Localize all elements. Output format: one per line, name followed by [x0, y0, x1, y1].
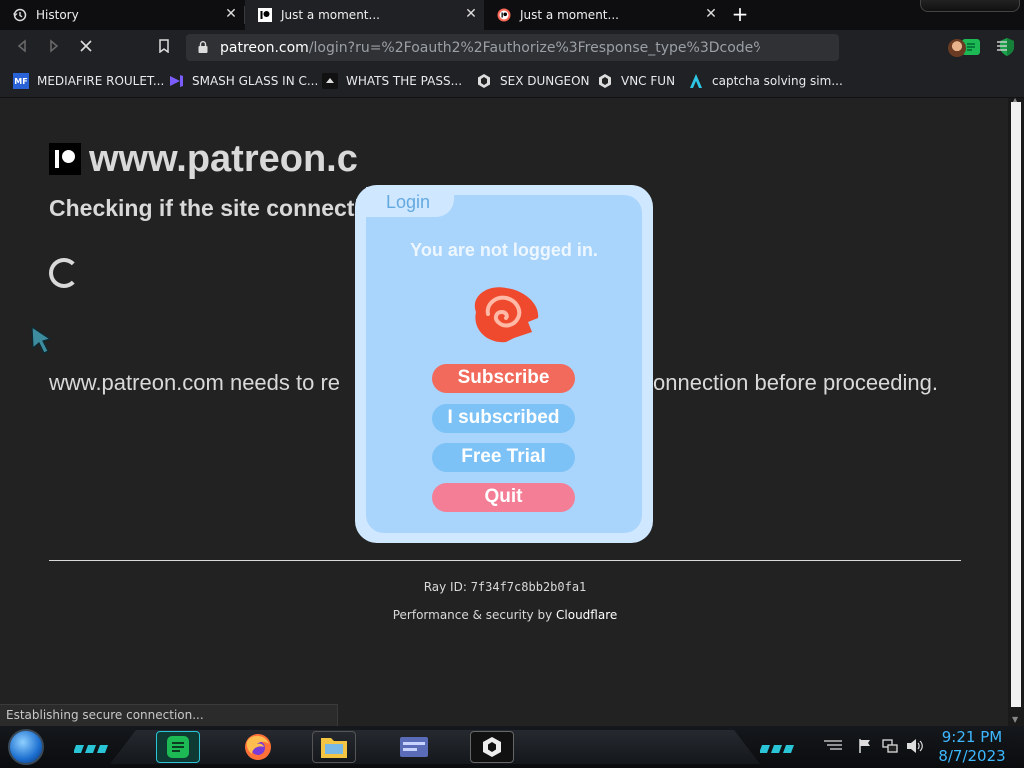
lock-icon — [198, 41, 208, 53]
tab-title: Just a moment... — [281, 8, 380, 22]
url-text: patreon.com/login?ru=%2Foauth2%2Fauthori… — [220, 40, 760, 56]
status-bubble: Establishing secure connection... — [0, 704, 338, 726]
new-tab-button[interactable]: + — [730, 4, 750, 25]
taskbar-notes-app[interactable] — [156, 731, 200, 763]
loading-spinner — [49, 258, 79, 288]
tab-title: Just a moment... — [520, 8, 619, 22]
network-icon[interactable] — [882, 738, 898, 758]
tab-title: History — [36, 8, 79, 22]
subscribe-button[interactable]: Subscribe — [432, 364, 575, 393]
folder-icon — [321, 738, 347, 758]
tab-close-icon[interactable]: ✕ — [464, 7, 478, 21]
scrollbar-thumb[interactable] — [1011, 102, 1021, 707]
tab-patreon-active[interactable]: Just a moment... ✕ — [245, 0, 484, 30]
bookmark-icon — [159, 39, 169, 54]
clock-date: 8/7/2023 — [938, 747, 1006, 765]
bookmark-vnc-fun[interactable]: VNC FUN — [597, 71, 675, 91]
browser-toolbar: patreon.com/login?ru=%2Foauth2%2Fauthori… — [0, 30, 1024, 65]
taskbar-unity[interactable] — [470, 731, 514, 763]
start-button[interactable] — [8, 729, 44, 765]
forward-button[interactable] — [44, 38, 64, 58]
page-message: www.patreon.com needs to re — [49, 370, 341, 395]
stop-x-icon — [80, 40, 92, 52]
tab-close-icon[interactable]: ✕ — [224, 7, 238, 21]
page-scrollbar[interactable]: ▲ ▼ — [1008, 96, 1024, 726]
patreon-logo — [49, 143, 81, 175]
url-path: /login?ru=%2Foauth2%2Fauthorize%3Frespon… — [308, 40, 760, 56]
spiral-shell-logo-icon — [474, 287, 539, 343]
free-trial-button[interactable]: Free Trial — [432, 443, 575, 472]
bookmark-label: WHATS THE PASS... — [346, 74, 463, 88]
ray-id-value: 7f34f7c8bb2b0fa1 — [470, 580, 587, 594]
perf-label: Performance & security by — [392, 608, 557, 622]
back-button[interactable] — [12, 38, 32, 58]
ray-id: Ray ID: 7f34f7c8bb2b0fa1 — [0, 580, 1010, 594]
scroll-down-icon[interactable]: ▼ — [1012, 715, 1018, 724]
taskbar-firefox[interactable] — [236, 731, 280, 763]
bookmark-captcha[interactable]: captcha solving sim... — [688, 71, 843, 91]
forward-arrow-icon — [50, 39, 59, 53]
page-title: www.patreon.c — [89, 138, 358, 180]
back-arrow-icon — [17, 39, 26, 53]
patreon-circle-icon — [496, 7, 512, 23]
firefox-icon — [245, 734, 271, 760]
unity-icon — [476, 73, 492, 89]
profile-avatar[interactable] — [948, 39, 966, 57]
tab-history[interactable]: History ✕ — [0, 0, 244, 30]
bookmark-label: SEX DUNGEON — [500, 74, 590, 88]
taskbar-decoration — [73, 738, 114, 753]
taskbar: 9:21 PM 8/7/2023 — [0, 726, 1024, 768]
bookmarks-bar: MF MEDIAFIRE ROULET... SMASH GLASS IN C.… — [0, 65, 1024, 98]
game-icon — [322, 73, 338, 89]
patreon-icon — [257, 7, 273, 23]
taskbar-window-app[interactable] — [392, 731, 436, 763]
unity-icon — [597, 73, 613, 89]
bookmark-label: SMASH GLASS IN C... — [192, 74, 319, 88]
clock-time: 9:21 PM — [941, 728, 1003, 746]
performance-footer: Performance & security by Cloudflare — [0, 608, 1010, 622]
address-bar[interactable]: patreon.com/login?ru=%2Foauth2%2Fauthori… — [186, 34, 1014, 61]
taskbar-file-explorer[interactable] — [312, 731, 356, 763]
action-center-flag-icon[interactable] — [858, 738, 872, 758]
volume-icon[interactable] — [906, 738, 924, 758]
bookmark-label: MEDIAFIRE ROULET... — [37, 74, 165, 88]
bookmark-page-button[interactable] — [154, 38, 174, 58]
desktop: History ✕ Just a moment... ✕ Just a mome… — [0, 0, 1024, 768]
bookmark-whats-the-pass[interactable]: WHATS THE PASS... — [322, 71, 462, 91]
visual-studio-icon — [168, 73, 184, 89]
tab-close-icon[interactable]: ✕ — [704, 7, 718, 21]
window-controls[interactable] — [920, 0, 1020, 12]
window-app-icon — [400, 737, 428, 757]
history-icon — [12, 7, 28, 23]
mediafire-icon: MF — [13, 73, 29, 89]
quit-button[interactable]: Quit — [432, 483, 575, 512]
mouse-cursor-icon — [31, 325, 52, 354]
bookmark-label: VNC FUN — [621, 74, 676, 88]
bookmark-sex-dungeon[interactable]: SEX DUNGEON — [476, 71, 590, 91]
divider — [49, 560, 961, 561]
page-message-continued: onnection before proceeding. — [653, 370, 938, 395]
login-title: Login — [386, 192, 431, 212]
login-status-message: You are not logged in. — [410, 240, 598, 260]
cloudflare-link[interactable]: Cloudflare — [556, 608, 617, 622]
stop-button[interactable] — [76, 38, 96, 58]
url-host: patreon.com — [220, 40, 309, 56]
bookmark-smash-glass[interactable]: SMASH GLASS IN C... — [168, 71, 318, 91]
tab-strip: History ✕ Just a moment... ✕ Just a mome… — [0, 0, 1024, 30]
page-subtitle: Checking if the site connecti — [49, 195, 361, 221]
taskbar-decoration — [759, 738, 800, 753]
system-clock[interactable]: 9:21 PM 8/7/2023 — [936, 728, 1008, 766]
unity-icon — [483, 737, 501, 757]
bookmark-label: captcha solving sim... — [712, 74, 843, 88]
bookmark-mediafire[interactable]: MF MEDIAFIRE ROULET... — [13, 71, 164, 91]
arch-a-icon — [688, 73, 704, 89]
tray-menu-icon[interactable] — [822, 738, 844, 756]
notes-app-icon — [167, 736, 189, 758]
i-subscribed-button[interactable]: I subscribed — [432, 404, 575, 433]
ray-id-label: Ray ID: — [423, 580, 471, 594]
tab-patreon[interactable]: Just a moment... ✕ — [484, 0, 724, 30]
browser-menu-icon[interactable] — [994, 38, 1010, 58]
